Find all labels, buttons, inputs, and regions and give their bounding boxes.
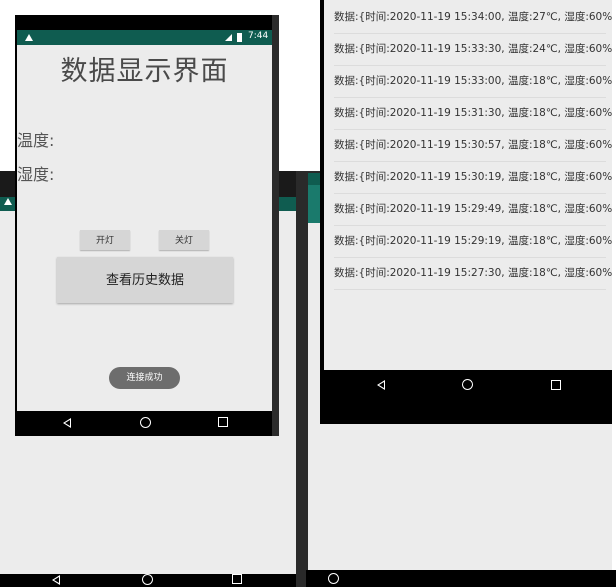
list-item[interactable]: 数据:{时间:2020-11-19 15:33:00, 温度:18℃, 湿度:6… (334, 65, 612, 98)
status-bar (308, 173, 320, 185)
list-item[interactable]: 数据:{时间:2020-11-19 15:29:49, 温度:18℃, 湿度:6… (334, 193, 612, 226)
list-item[interactable]: 数据:{时间:2020-11-19 15:34:00, 温度:27℃, 湿度:6… (334, 1, 612, 34)
list-item[interactable]: 数据:{时间:2020-11-19 15:33:30, 温度:24℃, 湿度:6… (334, 33, 612, 66)
nav-bar (306, 570, 616, 587)
phone-edge (272, 15, 279, 436)
screen (308, 223, 320, 587)
back-icon[interactable] (377, 380, 385, 390)
recents-icon[interactable] (551, 380, 561, 390)
recents-icon[interactable] (232, 574, 242, 584)
list-item[interactable]: 数据:{时间:2020-11-19 15:31:30, 温度:18℃, 湿度:6… (334, 97, 612, 130)
light-on-button[interactable]: 开灯 (80, 230, 130, 250)
status-time: 7:44 (248, 31, 269, 41)
list-item[interactable]: 数据:{时间:2020-11-19 15:30:57, 温度:18℃, 湿度:6… (334, 129, 612, 162)
warning-icon (25, 34, 33, 41)
light-off-button[interactable]: 关灯 (159, 230, 209, 250)
status-bar: 7:44 (17, 30, 272, 45)
back-icon[interactable] (63, 418, 71, 428)
home-icon[interactable] (462, 379, 473, 390)
list-item[interactable]: 数据:{时间:2020-11-19 15:29:19, 温度:18℃, 湿度:6… (334, 225, 612, 258)
recents-icon[interactable] (218, 417, 228, 427)
list-item[interactable]: 数据:{时间:2020-11-19 15:30:19, 温度:18℃, 湿度:6… (334, 161, 612, 194)
main-screen: 数据显示界面 温度: 湿度: 开灯 关灯 查看历史数据 连接成功 (17, 45, 272, 411)
list-item[interactable]: 数据:{时间:2020-11-19 15:27:30, 温度:18℃, 湿度:6… (334, 257, 612, 290)
main-phone: 7:44 数据显示界面 温度: 湿度: 开灯 关灯 查看历史数据 连接成功 (15, 15, 279, 436)
home-icon[interactable] (328, 573, 339, 584)
battery-icon (237, 33, 242, 42)
toast-message: 连接成功 (109, 367, 180, 389)
home-icon[interactable] (140, 417, 151, 428)
background-screen-right (320, 424, 612, 587)
humidity-label: 湿度: (17, 165, 55, 184)
nav-bar (17, 411, 272, 436)
history-phone: 数据:{时间:2020-11-19 15:34:00, 温度:27℃, 湿度:6… (320, 0, 612, 424)
page-title: 数据显示界面 (60, 56, 229, 87)
view-history-button[interactable]: 查看历史数据 (57, 257, 233, 303)
nav-bar (0, 574, 308, 587)
signal-icon (225, 34, 232, 41)
background-phone-middle (296, 171, 320, 587)
warning-icon (4, 198, 12, 205)
home-icon[interactable] (142, 574, 153, 585)
nav-bar (324, 370, 612, 424)
app-bar (308, 185, 320, 223)
temperature-label: 温度: (17, 131, 55, 150)
history-list: 数据:{时间:2020-11-19 15:34:00, 温度:27℃, 湿度:6… (324, 0, 612, 370)
back-icon[interactable] (52, 575, 60, 585)
